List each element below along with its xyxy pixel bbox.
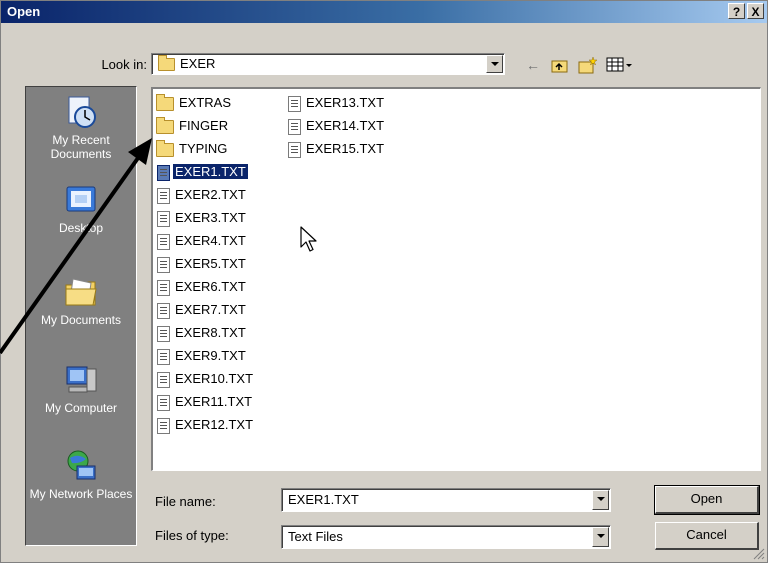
close-button[interactable]: X <box>747 3 764 19</box>
list-item[interactable]: EXER5.TXT <box>157 254 248 274</box>
list-item-selected[interactable]: EXER1.TXT <box>157 162 248 182</box>
new-folder-icon[interactable] <box>576 54 600 76</box>
list-item[interactable]: EXER15.TXT <box>288 139 386 159</box>
place-label: My Computer <box>44 401 118 415</box>
list-item[interactable]: EXER9.TXT <box>157 346 248 366</box>
place-my-documents[interactable]: My Documents <box>26 275 136 327</box>
look-in-combo[interactable]: EXER <box>151 53 505 75</box>
text-file-icon <box>157 187 170 204</box>
folder-icon <box>156 116 174 134</box>
places-bar: My Recent Documents Desktop My Documents… <box>25 86 137 546</box>
list-item[interactable]: FINGER <box>156 116 230 136</box>
open-button[interactable]: Open <box>654 485 760 515</box>
file-name-dropdown-arrow[interactable] <box>592 490 609 510</box>
text-file-icon <box>288 141 301 158</box>
look-in-label: Look in: <box>101 57 147 72</box>
file-name-label: File name: <box>155 494 216 509</box>
place-label: Desktop <box>58 221 104 235</box>
folder-icon <box>156 139 174 157</box>
file-name-field[interactable]: EXER1.TXT <box>281 488 611 512</box>
list-item[interactable]: EXER3.TXT <box>157 208 248 228</box>
place-desktop[interactable]: Desktop <box>26 183 136 235</box>
text-file-icon <box>157 302 170 319</box>
text-file-icon <box>288 118 301 135</box>
mouse-cursor-icon <box>300 226 317 252</box>
text-file-icon <box>157 210 170 227</box>
files-of-type-label: Files of type: <box>155 528 229 543</box>
text-file-icon <box>157 279 170 296</box>
views-menu-icon[interactable] <box>605 54 635 76</box>
text-file-icon <box>157 394 170 411</box>
place-label: My Network Places <box>29 487 133 501</box>
place-my-computer[interactable]: My Computer <box>26 363 136 415</box>
look-in-dropdown-arrow[interactable] <box>486 55 503 73</box>
place-network-places[interactable]: My Network Places <box>26 449 136 501</box>
text-file-icon <box>157 417 170 434</box>
text-file-icon <box>157 371 170 388</box>
list-item[interactable]: EXER14.TXT <box>288 116 386 136</box>
network-places-icon <box>63 449 99 483</box>
list-item[interactable]: EXTRAS <box>156 93 233 113</box>
open-dialog: Open ? X Look in: EXER ← My Recent Docum… <box>0 0 768 563</box>
file-list[interactable]: EXTRAS FINGER TYPING EXER1.TXT EXER2.TXT… <box>151 87 761 471</box>
title-bar[interactable]: Open ? X <box>1 1 767 23</box>
place-recent-documents[interactable]: My Recent Documents <box>26 95 136 161</box>
my-documents-icon <box>63 275 99 309</box>
help-button[interactable]: ? <box>728 3 745 19</box>
back-icon[interactable]: ← <box>523 54 543 76</box>
resize-grip-icon[interactable] <box>753 548 765 560</box>
text-file-icon <box>288 95 301 112</box>
list-item[interactable]: EXER8.TXT <box>157 323 248 343</box>
place-label: My Documents <box>40 313 122 327</box>
list-item[interactable]: EXER6.TXT <box>157 277 248 297</box>
text-file-icon <box>157 164 170 181</box>
text-file-icon <box>157 325 170 342</box>
text-file-icon <box>157 233 170 250</box>
place-label: My Recent Documents <box>50 133 112 161</box>
list-item[interactable]: EXER13.TXT <box>288 93 386 113</box>
list-item[interactable]: EXER10.TXT <box>157 369 255 389</box>
cancel-button[interactable]: Cancel <box>655 522 759 550</box>
list-item[interactable]: EXER4.TXT <box>157 231 248 251</box>
my-computer-icon <box>63 363 99 397</box>
up-one-level-icon[interactable] <box>549 54 571 76</box>
folder-icon <box>156 93 174 111</box>
files-of-type-value: Text Files <box>288 529 343 544</box>
text-file-icon <box>157 256 170 273</box>
files-of-type-dropdown-arrow[interactable] <box>592 527 609 547</box>
list-item[interactable]: EXER2.TXT <box>157 185 248 205</box>
file-name-value: EXER1.TXT <box>288 492 359 507</box>
list-item[interactable]: TYPING <box>156 139 229 159</box>
text-file-icon <box>157 348 170 365</box>
list-item[interactable]: EXER7.TXT <box>157 300 248 320</box>
folder-icon <box>158 55 175 72</box>
list-item[interactable]: EXER12.TXT <box>157 415 255 435</box>
recent-documents-icon <box>63 95 99 129</box>
files-of-type-select[interactable]: Text Files <box>281 525 611 549</box>
desktop-icon <box>63 183 99 217</box>
list-item[interactable]: EXER11.TXT <box>157 392 254 412</box>
dialog-title: Open <box>7 4 41 19</box>
look-in-value: EXER <box>180 56 216 71</box>
